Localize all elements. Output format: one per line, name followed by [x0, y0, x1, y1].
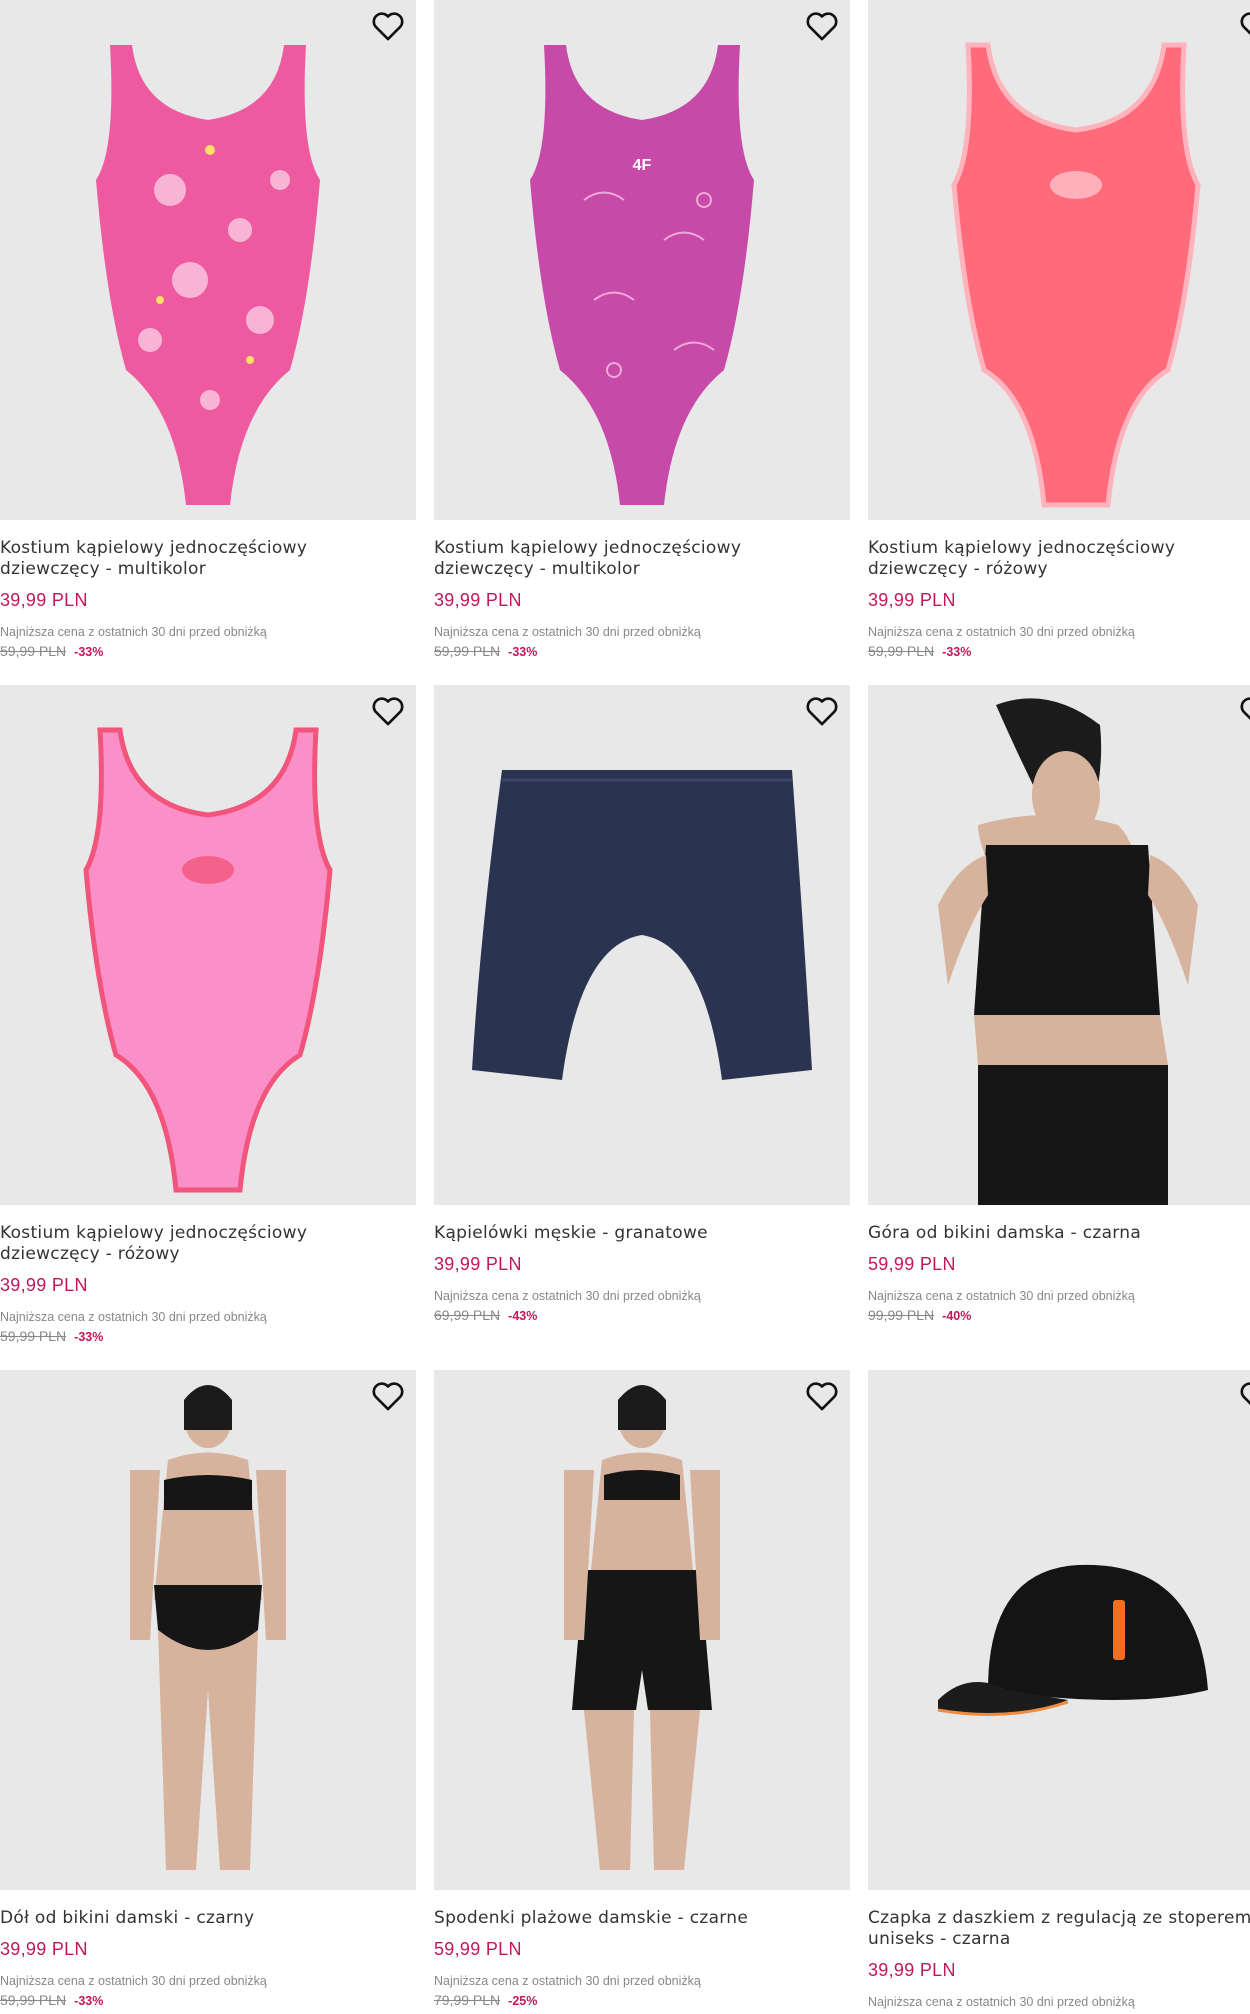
lowest-price-label: Najniższa cena z ostatnich 30 dni przed … [868, 1289, 1135, 1303]
wishlist-heart-icon[interactable] [804, 695, 840, 727]
wishlist-heart-icon[interactable] [370, 10, 406, 42]
product-grid: Kostium kąpielowy jednoczęściowy dziewcz… [0, 0, 1250, 2014]
product-title[interactable]: Góra od bikini damska - czarna [868, 1223, 1250, 1244]
product-title[interactable]: Kostium kąpielowy jednoczęściowy dziewcz… [0, 538, 416, 580]
lowest-price-label: Najniższa cena z ostatnich 30 dni przed … [434, 1289, 701, 1303]
old-price-row: 59,99 PLN -33% [0, 643, 416, 659]
lowest-price-label: Najniższa cena z ostatnich 30 dni przed … [868, 625, 1135, 639]
product-image[interactable] [868, 1370, 1250, 1890]
lowest-price-label: Najniższa cena z ostatnich 30 dni przed … [0, 1310, 267, 1324]
product-price: 39,99 PLN [868, 590, 956, 610]
discount-badge: -33% [74, 645, 104, 659]
old-price-row: 59,99 PLN -33% [0, 1328, 416, 1344]
lowest-price-label: Najniższa cena z ostatnich 30 dni przed … [0, 625, 267, 639]
product-price: 39,99 PLN [434, 590, 522, 610]
old-price-row: 69,99 PLN -43% [434, 1307, 850, 1323]
old-price-row: 59,99 PLN -33% [434, 643, 850, 659]
lowest-price-label: Najniższa cena z ostatnich 30 dni przed … [434, 1974, 701, 1988]
old-price: 79,99 PLN [434, 1992, 501, 2008]
old-price: 59,99 PLN [0, 643, 67, 659]
product-image[interactable] [0, 0, 416, 520]
old-price-row: 79,99 PLN -25% [434, 1992, 850, 2008]
discount-badge: -33% [74, 1994, 104, 2008]
product-image[interactable]: 4F [434, 0, 850, 520]
wishlist-heart-icon[interactable] [804, 1380, 840, 1412]
product-card[interactable]: Spodenki plażowe damskie - czarne 59,99 … [434, 1370, 850, 2008]
product-title[interactable]: Kąpielówki męskie - granatowe [434, 1223, 850, 1244]
wishlist-heart-icon[interactable] [370, 1380, 406, 1412]
product-title[interactable]: Spodenki plażowe damskie - czarne [434, 1908, 850, 1929]
discount-badge: -43% [508, 1309, 538, 1323]
wishlist-heart-icon[interactable] [804, 10, 840, 42]
product-title[interactable]: Czapka z daszkiem z regulacją ze stopere… [868, 1908, 1250, 1950]
old-price-row: 99,99 PLN -40% [868, 1307, 1250, 1323]
lowest-price-label: Najniższa cena z ostatnich 30 dni przed … [0, 1974, 267, 1988]
lowest-price-label: Najniższa cena z ostatnich 30 dni przed … [868, 1995, 1135, 2009]
discount-badge: -25% [508, 1994, 538, 2008]
old-price: 59,99 PLN [0, 1992, 67, 2008]
product-price: 39,99 PLN [0, 1939, 88, 1959]
old-price: 59,99 PLN [0, 1328, 67, 1344]
old-price-row: 59,99 PLN -33% [868, 643, 1250, 659]
wishlist-heart-icon[interactable] [1238, 695, 1250, 727]
product-image[interactable] [868, 0, 1250, 520]
product-image[interactable] [434, 1370, 850, 1890]
product-card[interactable]: Kostium kąpielowy jednoczęściowy dziewcz… [0, 0, 416, 659]
product-title[interactable]: Kostium kąpielowy jednoczęściowy dziewcz… [0, 1223, 416, 1265]
product-price: 59,99 PLN [868, 1254, 956, 1274]
discount-badge: -33% [942, 645, 972, 659]
discount-badge: -33% [508, 645, 538, 659]
product-card[interactable]: Czapka z daszkiem z regulacją ze stopere… [868, 1370, 1250, 2009]
old-price: 59,99 PLN [434, 643, 501, 659]
svg-text:4F: 4F [633, 157, 652, 174]
product-image[interactable] [868, 685, 1250, 1205]
product-card[interactable]: 4F Kostium kąpielowy jednoczęściowy dzie… [434, 0, 850, 659]
product-price: 39,99 PLN [868, 1960, 956, 1980]
wishlist-heart-icon[interactable] [1238, 1380, 1250, 1412]
product-title[interactable]: Kostium kąpielowy jednoczęściowy dziewcz… [434, 538, 850, 580]
product-title[interactable]: Dół od bikini damski - czarny [0, 1908, 416, 1929]
product-card[interactable]: Dół od bikini damski - czarny 39,99 PLN … [0, 1370, 416, 2008]
product-card[interactable]: Kostium kąpielowy jednoczęściowy dziewcz… [0, 685, 416, 1344]
old-price: 99,99 PLN [868, 1307, 935, 1323]
old-price: 59,99 PLN [868, 643, 935, 659]
lowest-price-label: Najniższa cena z ostatnich 30 dni przed … [434, 625, 701, 639]
product-price: 39,99 PLN [434, 1254, 522, 1274]
discount-badge: -33% [74, 1330, 104, 1344]
product-card[interactable]: Kostium kąpielowy jednoczęściowy dziewcz… [868, 0, 1250, 659]
product-image[interactable] [0, 685, 416, 1205]
old-price: 69,99 PLN [434, 1307, 501, 1323]
product-title[interactable]: Kostium kąpielowy jednoczęściowy dziewcz… [868, 538, 1250, 580]
product-image[interactable] [434, 685, 850, 1205]
product-card[interactable]: Góra od bikini damska - czarna 59,99 PLN… [868, 685, 1250, 1323]
product-image[interactable] [0, 1370, 416, 1890]
discount-badge: -40% [942, 1309, 972, 1323]
product-price: 59,99 PLN [434, 1939, 522, 1959]
wishlist-heart-icon[interactable] [1238, 10, 1250, 42]
product-price: 39,99 PLN [0, 1275, 88, 1295]
wishlist-heart-icon[interactable] [370, 695, 406, 727]
product-price: 39,99 PLN [0, 590, 88, 610]
product-card[interactable]: Kąpielówki męskie - granatowe 39,99 PLN … [434, 685, 850, 1323]
old-price-row: 59,99 PLN -33% [0, 1992, 416, 2008]
